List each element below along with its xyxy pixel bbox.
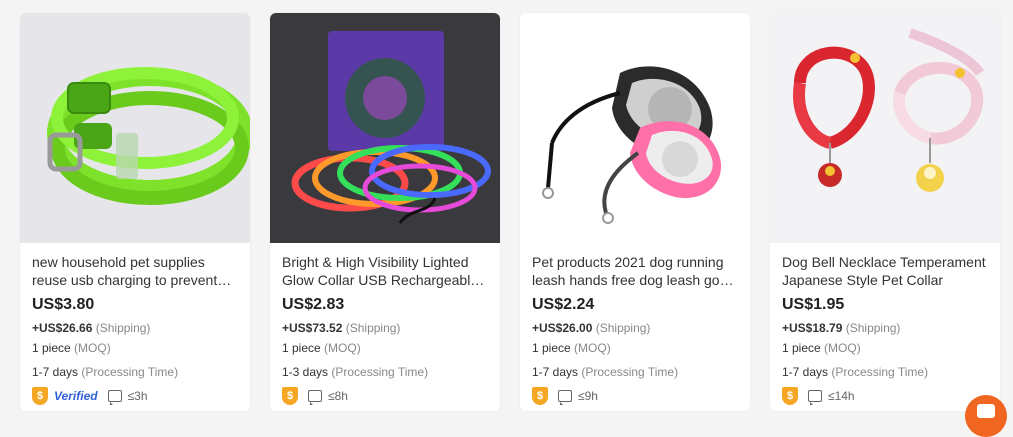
gold-supplier-icon[interactable]: $ (532, 387, 548, 405)
chat-icon (308, 390, 322, 405)
moq-info: 1 piece (MOQ) (782, 341, 988, 355)
moq-label: (MOQ) (74, 341, 111, 355)
response-time: ≤3h (107, 389, 148, 405)
shipping-label: (Shipping) (845, 321, 901, 335)
moq-value: 1 piece (282, 341, 321, 355)
shipping-info: +US$73.52 (Shipping) (282, 321, 488, 335)
shipping-value: +US$26.66 (32, 321, 93, 335)
response-time-value: ≤3h (127, 389, 148, 403)
product-card[interactable]: Bright & High Visibility Lighted Glow Co… (270, 13, 500, 411)
moq-value: 1 piece (532, 341, 571, 355)
product-grid: new household pet supplies reuse usb cha… (20, 13, 1000, 411)
supplier-badges: $ ≤14h (782, 387, 988, 405)
shipping-info: +US$18.79 (Shipping) (782, 321, 988, 335)
processing-value: 1-7 days (532, 365, 579, 379)
response-time-value: ≤14h (828, 389, 855, 403)
product-image-glow-collar[interactable] (270, 13, 500, 243)
moq-info: 1 piece (MOQ) (282, 341, 488, 355)
moq-value: 1 piece (782, 341, 821, 355)
product-title[interactable]: new household pet supplies reuse usb cha… (32, 253, 238, 289)
chat-bubble-icon (977, 404, 995, 418)
shipping-value: +US$73.52 (282, 321, 343, 335)
processing-label: (Processing Time) (831, 365, 929, 379)
moq-label: (MOQ) (574, 341, 611, 355)
chat-icon (107, 390, 122, 405)
processing-info: 1-7 days (Processing Time) (532, 365, 738, 379)
processing-info: 1-7 days (Processing Time) (32, 365, 238, 379)
product-title[interactable]: Bright & High Visibility Lighted Glow Co… (282, 253, 488, 289)
product-title[interactable]: Dog Bell Necklace Temperament Japanese S… (782, 253, 988, 289)
processing-info: 1-7 days (Processing Time) (782, 365, 988, 379)
moq-label: (MOQ) (324, 341, 361, 355)
product-card[interactable]: Pet products 2021 dog running leash hand… (520, 13, 750, 411)
processing-value: 1-7 days (32, 365, 79, 379)
moq-value: 1 piece (32, 341, 71, 355)
moq-info: 1 piece (MOQ) (532, 341, 738, 355)
processing-label: (Processing Time) (581, 365, 679, 379)
product-card[interactable]: Dog Bell Necklace Temperament Japanese S… (770, 13, 1000, 411)
processing-label: (Processing Time) (81, 365, 179, 379)
shipping-label: (Shipping) (95, 321, 151, 335)
gold-supplier-icon[interactable]: $ (32, 387, 48, 405)
response-time-value: ≤9h (578, 389, 598, 403)
product-price: US$3.80 (32, 296, 95, 313)
gold-supplier-icon[interactable]: $ (782, 387, 798, 405)
product-price: US$2.83 (282, 296, 345, 313)
product-price: US$2.24 (532, 296, 595, 313)
shipping-value: +US$26.00 (532, 321, 593, 335)
chat-icon (808, 390, 822, 405)
chat-icon (558, 390, 572, 405)
processing-value: 1-3 days (282, 365, 329, 379)
chat-fab-button[interactable] (965, 395, 1007, 437)
product-card[interactable]: new household pet supplies reuse usb cha… (20, 13, 250, 411)
product-title[interactable]: Pet products 2021 dog running leash hand… (532, 253, 738, 289)
shipping-label: (Shipping) (595, 321, 651, 335)
shipping-value: +US$18.79 (782, 321, 843, 335)
gold-supplier-icon[interactable]: $ (282, 387, 298, 405)
product-image-dog-leash[interactable] (520, 13, 750, 243)
product-image-bell-collar[interactable] (770, 13, 1000, 243)
processing-info: 1-3 days (Processing Time) (282, 365, 488, 379)
shipping-info: +US$26.66 (Shipping) (32, 321, 238, 335)
response-time: ≤8h (308, 389, 348, 405)
response-time-value: ≤8h (328, 389, 348, 403)
product-price: US$1.95 (782, 296, 845, 313)
shipping-label: (Shipping) (345, 321, 401, 335)
shipping-info: +US$26.00 (Shipping) (532, 321, 738, 335)
response-time: ≤9h (558, 389, 598, 405)
supplier-badges: $ Verified ≤3h (32, 387, 238, 405)
supplier-badges: $ ≤9h (532, 387, 738, 405)
supplier-badges: $ ≤8h (282, 387, 488, 405)
moq-info: 1 piece (MOQ) (32, 341, 238, 355)
product-image-led-collar[interactable] (20, 13, 250, 243)
response-time: ≤14h (808, 389, 855, 405)
processing-value: 1-7 days (782, 365, 829, 379)
processing-label: (Processing Time) (331, 365, 429, 379)
verified-badge[interactable]: Verified (54, 389, 98, 403)
moq-label: (MOQ) (824, 341, 861, 355)
